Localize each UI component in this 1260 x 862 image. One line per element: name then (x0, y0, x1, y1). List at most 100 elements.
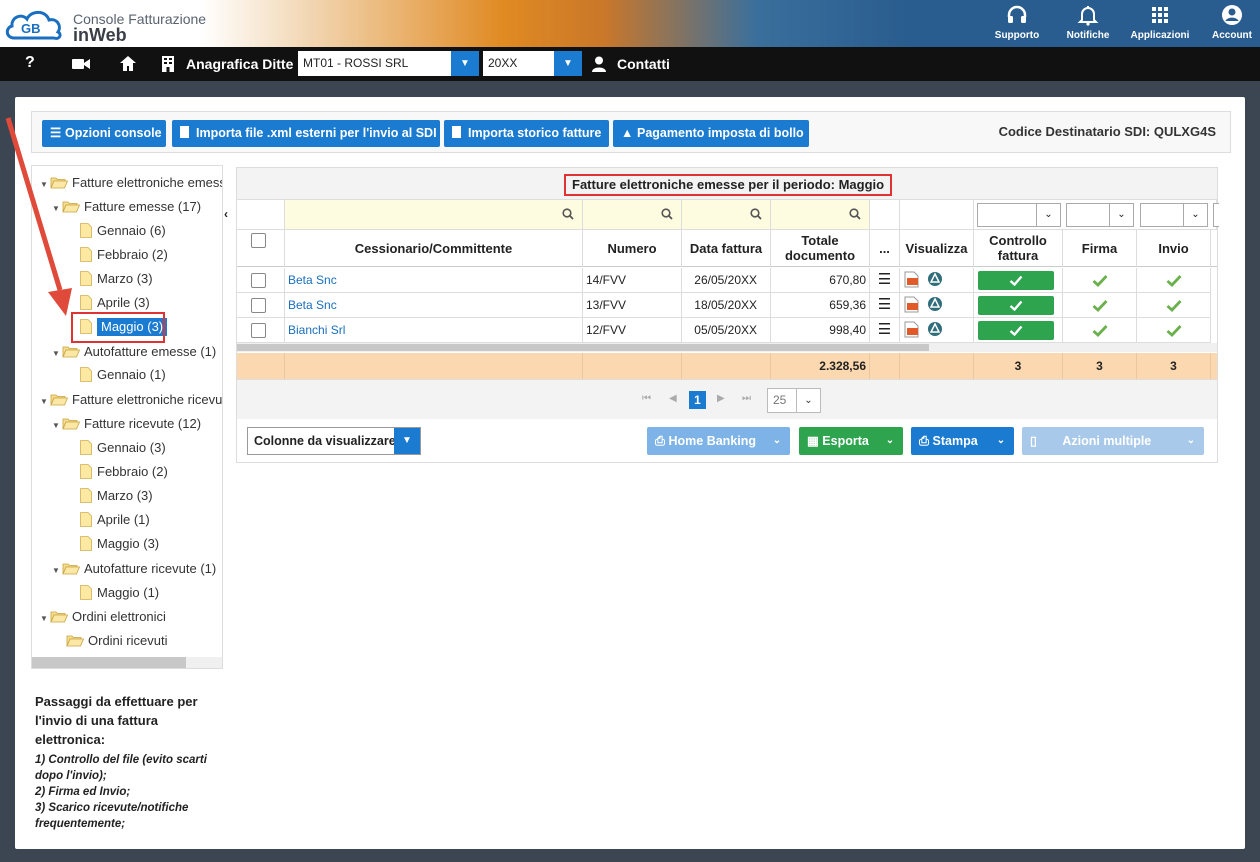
account-button[interactable]: Account (1202, 4, 1260, 41)
next-page-icon[interactable]: ▶ (717, 393, 725, 404)
chevron-down-icon[interactable]: ⌄ (764, 427, 790, 455)
help-button[interactable]: ? (25, 54, 35, 72)
video-camera-icon[interactable] (72, 58, 90, 70)
grid-scrollbar[interactable] (237, 343, 1217, 352)
sdi-view-icon[interactable] (927, 271, 943, 287)
search-icon[interactable] (562, 208, 574, 220)
tree-node-n9[interactable]: ▼ Fatture elettroniche ricevute (40, 391, 222, 411)
chevron-down-icon[interactable]: ⌄ (877, 427, 903, 455)
filter-dropdown[interactable]: ⌄ (1066, 203, 1134, 227)
cessionario-link[interactable]: Bianchi Srl (288, 323, 345, 337)
tree-node-n8[interactable]: Gennaio (1) (80, 366, 166, 384)
row-checkbox[interactable] (251, 323, 266, 339)
tree-node-n4[interactable]: Marzo (3) (80, 270, 153, 288)
controllo-ok-button[interactable] (978, 321, 1054, 340)
first-page-icon[interactable]: ⏮ (642, 393, 651, 404)
row-menu-icon[interactable]: ☰ (870, 293, 900, 318)
tree-node-n13[interactable]: Marzo (3) (80, 487, 153, 505)
importa-storico-button[interactable]: Importa storico fatture (444, 120, 609, 147)
search-icon[interactable] (661, 208, 673, 220)
header-more[interactable]: ... (870, 230, 900, 267)
header-visualizza[interactable]: Visualizza (900, 230, 974, 267)
sdi-view-icon[interactable] (927, 321, 943, 337)
header-totale[interactable]: Totale documento (771, 230, 870, 267)
contatti-link[interactable]: Contatti (617, 56, 670, 72)
collapse-sidebar-icon[interactable]: ‹ (224, 207, 228, 221)
filter-dropdown[interactable]: ⌄ (977, 203, 1061, 227)
page-size-select[interactable]: 25 ⌄ (767, 388, 821, 413)
select-all-checkbox[interactable] (251, 233, 266, 248)
esporta-button[interactable]: ▦ Esporta ⌄ (799, 427, 903, 455)
header-data[interactable]: Data fattura (682, 230, 771, 267)
filter-dropdown[interactable] (1213, 203, 1219, 227)
controllo-ok-button[interactable] (978, 271, 1054, 290)
row-checkbox[interactable] (251, 273, 266, 289)
chevron-down-icon[interactable]: ⌄ (988, 427, 1014, 455)
row-checkbox[interactable] (251, 298, 266, 314)
importa-xml-button[interactable]: Importa file .xml esterni per l'invio al… (172, 120, 440, 147)
pdf-icon[interactable] (904, 271, 920, 288)
tree-node-n16[interactable]: ▼ Autofatture ricevute (1) (52, 560, 216, 578)
tree-node-n12[interactable]: Febbraio (2) (80, 463, 168, 481)
row-menu-icon[interactable]: ☰ (870, 268, 900, 293)
caret-down-icon[interactable]: ▼ (40, 610, 50, 628)
anno-select[interactable]: 20XX ▼ (483, 51, 582, 76)
header-firma[interactable]: Firma (1063, 230, 1137, 267)
filter-cell[interactable] (682, 200, 771, 230)
tree-node-n15[interactable]: Maggio (3) (80, 535, 159, 553)
chevron-down-icon[interactable]: ▼ (554, 51, 582, 76)
tree-node-n3[interactable]: Febbraio (2) (80, 246, 168, 264)
sdi-view-icon[interactable] (927, 296, 943, 312)
cell-cessionario[interactable]: Beta Snc (285, 293, 583, 318)
tree-node-n7[interactable]: ▼ Autofatture emesse (1) (52, 343, 216, 361)
caret-down-icon[interactable]: ▼ (40, 393, 50, 411)
filter-cell[interactable] (771, 200, 870, 230)
prev-page-icon[interactable]: ◀ (669, 393, 677, 404)
scroll-thumb[interactable] (32, 657, 186, 668)
pdf-icon[interactable] (904, 321, 920, 338)
ditta-select[interactable]: MT01 - ROSSI SRL ▼ (298, 51, 479, 76)
caret-down-icon[interactable]: ▼ (52, 345, 62, 363)
tree-node-n17[interactable]: Maggio (1) (80, 584, 159, 602)
header-cess[interactable]: Cessionario/Committente (285, 230, 583, 267)
header-invio[interactable]: Invio (1137, 230, 1211, 267)
filter-cell[interactable] (583, 200, 682, 230)
caret-down-icon[interactable]: ▼ (52, 417, 62, 435)
last-page-icon[interactable]: ⏭ (742, 393, 751, 404)
support-button[interactable]: Supporto (987, 4, 1047, 41)
tree-node-n11[interactable]: Gennaio (3) (80, 439, 166, 457)
tree-node-n2[interactable]: Gennaio (6) (80, 222, 166, 240)
filter-dropdown[interactable]: ⌄ (1140, 203, 1208, 227)
pagamento-bollo-button[interactable]: ▲ Pagamento imposta di bollo (613, 120, 809, 147)
tree-node-n10[interactable]: ▼ Fatture ricevute (12) (52, 415, 201, 433)
filter-cell[interactable] (285, 200, 583, 230)
pdf-icon[interactable] (904, 296, 920, 313)
apps-button[interactable]: Applicazioni (1130, 4, 1190, 41)
search-icon[interactable] (849, 208, 861, 220)
tree-node-n19[interactable]: Ordini ricevuti (66, 632, 167, 650)
caret-down-icon[interactable]: ▼ (52, 562, 62, 580)
home-banking-button[interactable]: ⎙ Home Banking ⌄ (647, 427, 790, 455)
row-menu-icon[interactable]: ☰ (870, 318, 900, 343)
colonne-select[interactable]: Colonne da visualizzare ▼ (247, 427, 421, 455)
tree-node-n14[interactable]: Aprile (1) (80, 511, 150, 529)
azioni-multiple-button[interactable]: ▯ Azioni multiple ⌄ (1022, 427, 1204, 455)
chevron-down-icon[interactable]: ⌄ (1178, 427, 1204, 455)
cell-cessionario[interactable]: Bianchi Srl (285, 318, 583, 343)
tree-node-n5[interactable]: Aprile (3) (80, 294, 150, 312)
anagrafica-ditte-link[interactable]: Anagrafica Ditte (186, 56, 293, 72)
cell-cessionario[interactable]: Beta Snc (285, 268, 583, 293)
tree-scrollbar[interactable] (32, 657, 222, 668)
tree-node-n18[interactable]: ▼ Ordini elettronici (40, 608, 166, 626)
search-icon[interactable] (750, 208, 762, 220)
notifications-button[interactable]: Notifiche (1058, 4, 1118, 41)
header-numero[interactable]: Numero (583, 230, 682, 267)
header-controllo[interactable]: Controllo fattura (974, 230, 1063, 267)
scroll-thumb[interactable] (237, 344, 929, 351)
cessionario-link[interactable]: Beta Snc (288, 298, 337, 312)
stampa-button[interactable]: ⎙ Stampa ⌄ (911, 427, 1014, 455)
cessionario-link[interactable]: Beta Snc (288, 273, 337, 287)
controllo-ok-button[interactable] (978, 296, 1054, 315)
page-current[interactable]: 1 (689, 391, 706, 409)
home-icon[interactable] (120, 56, 136, 71)
